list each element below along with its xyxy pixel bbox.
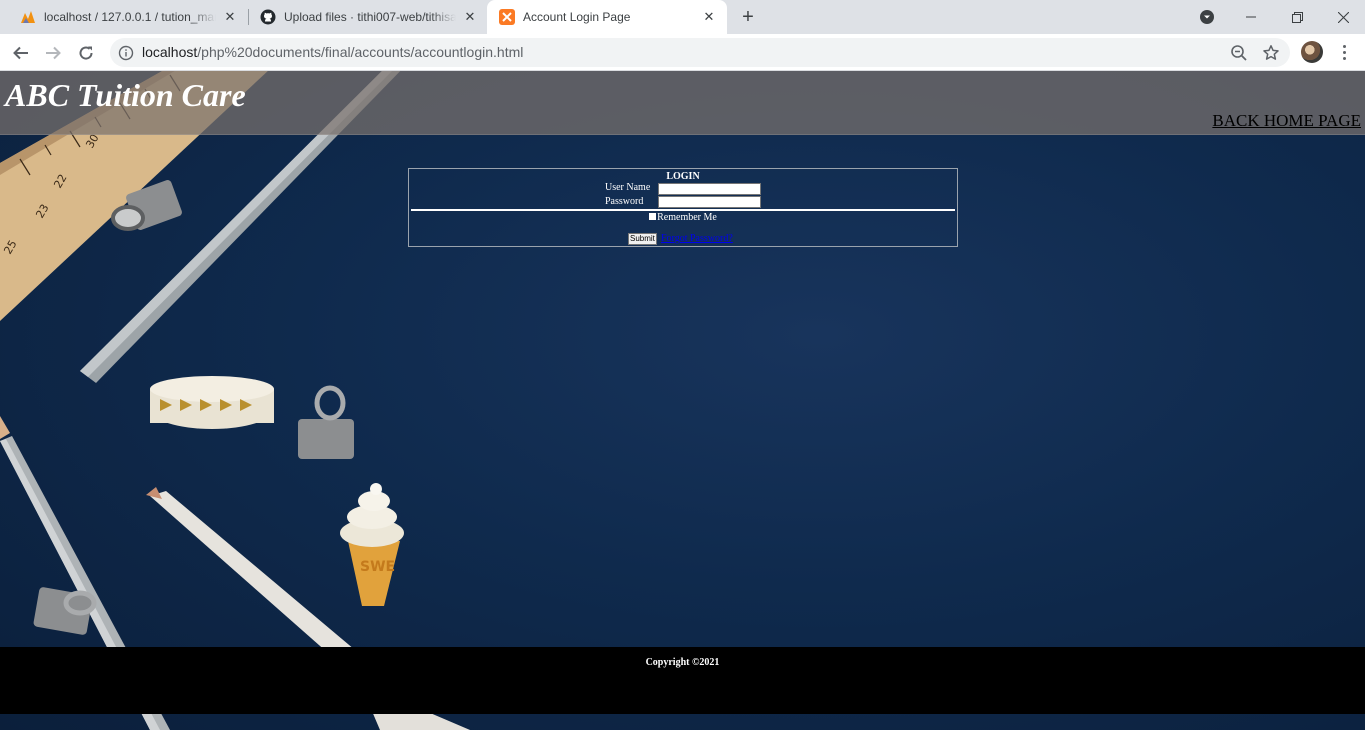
xampp-icon: [499, 9, 515, 25]
remember-me-label: Remember Me: [657, 212, 717, 223]
form-divider: [411, 209, 955, 211]
profile-avatar[interactable]: [1301, 41, 1323, 63]
address-url[interactable]: localhost/php%20documents/final/accounts…: [142, 44, 523, 60]
browser-toolbar: localhost/php%20documents/final/accounts…: [0, 34, 1365, 71]
bookmark-star-icon[interactable]: [1262, 44, 1280, 62]
tab-account-login[interactable]: Account Login Page ✕: [487, 0, 727, 34]
zoom-icon[interactable]: [1230, 44, 1248, 62]
submit-button[interactable]: Submit: [628, 233, 657, 245]
login-form: LOGIN User Name Password Remember Me Sub…: [408, 168, 958, 247]
reload-icon[interactable]: [73, 40, 99, 66]
github-icon: [260, 9, 276, 25]
restore-icon[interactable]: [1274, 0, 1320, 34]
minimize-icon[interactable]: [1228, 0, 1274, 34]
password-label: Password: [605, 196, 644, 207]
forward-icon[interactable]: [40, 40, 66, 66]
tab-github[interactable]: Upload files · tithi007-web/tithisa ✕: [248, 0, 488, 34]
close-icon[interactable]: ✕: [462, 9, 478, 25]
tab-title: localhost / 127.0.0.1 / tution_man: [44, 10, 216, 24]
tab-title: Upload files · tithi007-web/tithisa: [284, 10, 456, 24]
ice-cream-eraser-decoration: SWE: [340, 483, 404, 606]
site-title: ABC Tuition Care: [5, 77, 246, 113]
remember-me-row: Remember Me: [409, 212, 957, 223]
site-header: ABC Tuition Care BACK HOME PAGE: [0, 71, 1365, 135]
svg-text:SWE: SWE: [360, 559, 395, 575]
remember-me-checkbox[interactable]: [649, 213, 657, 220]
tab-phpmyadmin[interactable]: localhost / 127.0.0.1 / tution_man ✕: [8, 0, 248, 34]
username-label: User Name: [605, 182, 651, 193]
new-tab-button[interactable]: +: [736, 5, 760, 29]
copyright-text: Copyright ©2021: [645, 657, 720, 668]
back-icon[interactable]: [8, 40, 34, 66]
login-title: LOGIN: [666, 171, 700, 182]
tab-search-icon[interactable]: [1199, 9, 1215, 25]
washi-tape-decoration: [150, 376, 274, 429]
close-icon[interactable]: ✕: [222, 9, 238, 25]
url-host: localhost: [142, 44, 198, 60]
url-path: /php%20documents/final/accounts/accountl…: [197, 44, 524, 60]
tab-title: Account Login Page: [523, 10, 631, 24]
username-input[interactable]: [658, 183, 761, 195]
close-icon[interactable]: ✕: [701, 9, 717, 25]
phpmyadmin-icon: [20, 9, 36, 25]
browser-tab-bar: localhost / 127.0.0.1 / tution_man ✕ Upl…: [0, 0, 1365, 34]
site-footer: Copyright ©2021: [0, 647, 1365, 714]
page-viewport: 25 23 22 30 SWE ABC Tuition Care BACK HO…: [0, 71, 1365, 730]
back-home-link[interactable]: BACK HOME PAGE: [1212, 111, 1361, 131]
password-input[interactable]: [658, 196, 761, 208]
address-bar[interactable]: localhost/php%20documents/final/accounts…: [110, 38, 1290, 67]
forgot-password-link[interactable]: Forgot Password?: [661, 233, 733, 244]
info-icon[interactable]: [118, 45, 134, 61]
more-menu-icon[interactable]: [1334, 42, 1354, 62]
window-close-icon[interactable]: [1320, 0, 1365, 34]
